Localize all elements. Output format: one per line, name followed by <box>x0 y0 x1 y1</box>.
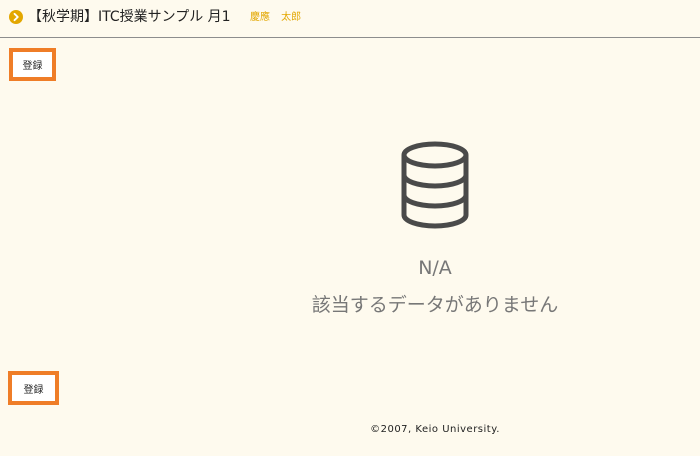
empty-message: 該当するデータがありません <box>311 294 559 316</box>
database-icon <box>401 141 469 229</box>
empty-status: N/A <box>418 257 452 279</box>
register-button-bottom[interactable]: 登録 <box>8 371 59 405</box>
register-button-top[interactable]: 登録 <box>9 48 56 81</box>
copyright-footer: ©2007, Keio University. <box>370 424 500 435</box>
empty-state: N/A 該当するデータがありません <box>255 140 615 318</box>
teacher-name[interactable]: 慶應 太郎 <box>250 11 301 24</box>
course-header: 【秋学期】ITC授業サンプル 月1 慶應 太郎 <box>0 0 700 38</box>
course-title: 【秋学期】ITC授業サンプル 月1 <box>28 9 231 25</box>
chevron-right-circle-icon[interactable] <box>9 10 23 24</box>
